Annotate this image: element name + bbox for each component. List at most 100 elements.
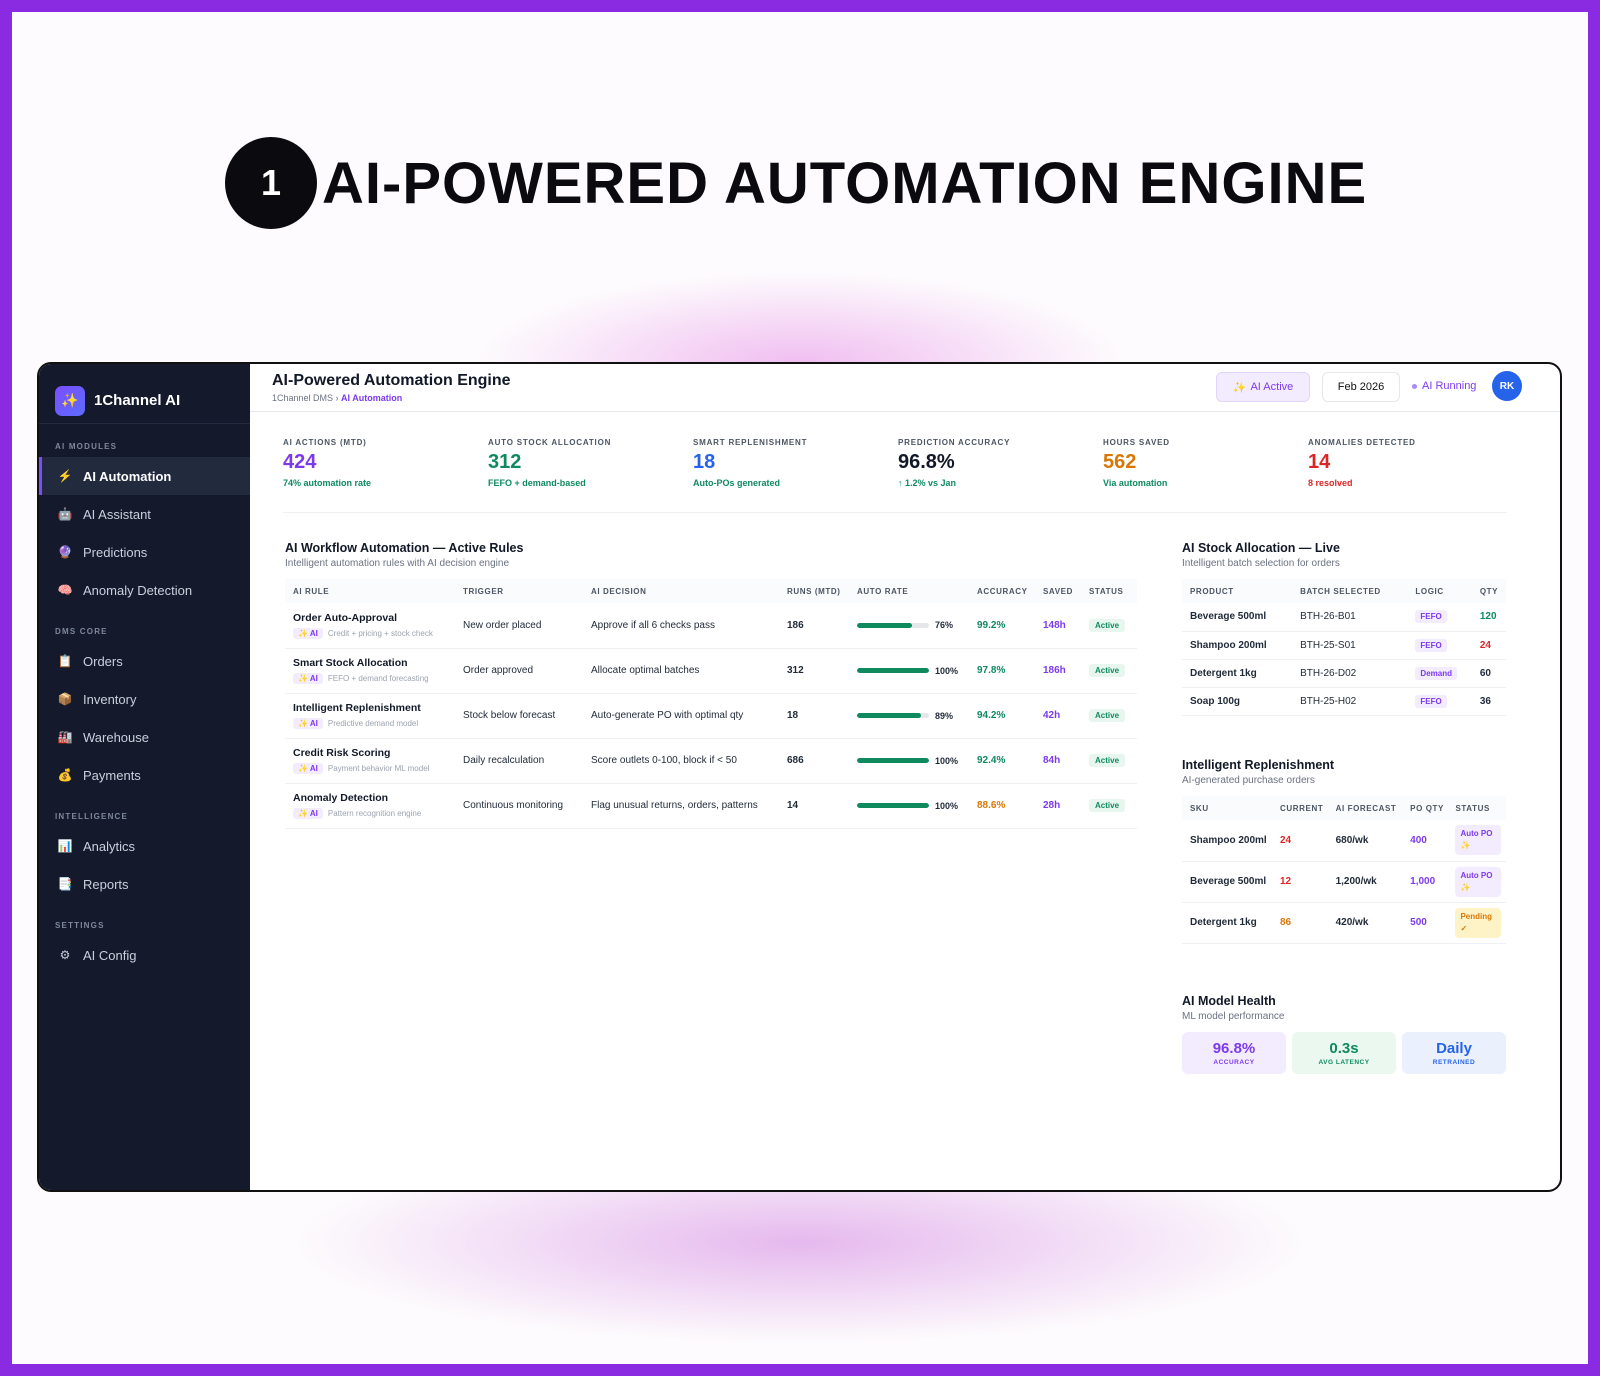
allocation-subtitle: Intelligent batch selection for orders [1182,558,1340,569]
rule-cell: Credit Risk Scoring ✨ AI Payment behavior … [285,738,455,784]
sidebar-item-payments[interactable]: 💰 Payments [39,756,250,794]
kpi-label: ANOMALIES DETECTED [1308,438,1416,447]
qty-cell: 120 [1471,603,1506,632]
column-header: SAVED [1035,579,1081,603]
rules-table: AI RULE TRIGGER AI DECISION RUNS (MTD) AUTO … [285,579,1137,829]
logic-cell: Demand [1407,659,1472,688]
progress-bar [857,622,929,628]
progress-bar [857,668,929,673]
table-header: AI RULE TRIGGER AI DECISION RUNS (MTD) AUTO … [285,579,1137,603]
replenishment-subtitle: AI-generated purchase orders [1182,775,1315,786]
table-row[interactable]: Anomaly Detection ✨ AI Pattern recognition… [285,783,1137,829]
kpi-label: AI ACTIONS (MTD) [283,438,367,447]
sku-cell: Shampoo 200ml [1182,820,1272,862]
auto-rate-cell: 89% [849,693,969,739]
health-label: RETRAINED [1432,1059,1476,1066]
table-row[interactable]: Shampoo 200ml BTH-25-S01 FEFO 24 [1182,631,1506,660]
status-dot-icon [1412,383,1417,389]
current-cell: 12 [1272,861,1328,903]
progress-bar [857,713,929,718]
runs-cell: 18 [779,693,849,739]
table-row[interactable]: Beverage 500ml BTH-26-B01 FEFO 120 [1182,603,1506,632]
health-card: 0.3s AVG LATENCY [1292,1032,1396,1074]
sidebar-item-analytics[interactable]: 📊 Analytics [39,827,250,865]
column-header: STATUS [1081,579,1137,603]
kpi-value: 14 [1308,451,1331,473]
progress-bar [857,758,929,763]
sidebar-item-anomaly-detection[interactable]: 🧠 Anomaly Detection [39,571,250,609]
sparkle-icon: ✨ [55,385,85,416]
sidebar-item-warehouse[interactable]: 🏭 Warehouse [39,718,250,756]
qty-cell: 36 [1471,687,1506,716]
column-header: AI FORECAST [1327,796,1403,820]
sidebar-item-label: Analytics [83,838,136,854]
status-cell: Active [1081,783,1137,829]
sidebar-item-predictions[interactable]: 🔮 Predictions [39,533,250,571]
column-header: CURRENT [1272,796,1328,820]
date-picker[interactable]: Feb 2026 [1322,372,1400,402]
current-cell: 86 [1272,902,1328,944]
sidebar-item-ai-config[interactable]: ⚙ AI Config [39,936,250,974]
sidebar-item-inventory[interactable]: 📦 Inventory [39,680,250,718]
kpi-value: 18 [693,451,716,473]
product-cell: Soap 100g [1182,687,1293,716]
kpi-card: AI ACTIONS (MTD) 424 74% automation rate [283,438,488,498]
kpi-value: 424 [283,451,317,473]
auto-rate: 100% [857,756,969,766]
sidebar-section-label: INTELLIGENCE [55,812,129,821]
auto-rate-label: 100% [935,755,959,766]
ai-assistant-icon: 🤖 [57,507,73,521]
allocation-table: PRODUCT BATCH SELECTED LOGIC QTY Beverage 5… [1182,579,1506,716]
product-cell: Detergent 1kg [1182,659,1293,688]
table-row[interactable]: Soap 100g BTH-25-H02 FEFO 36 [1182,687,1506,716]
kpi-label: SMART REPLENISHMENT [693,438,808,447]
kpi-label: AUTO STOCK ALLOCATION [488,438,612,447]
table-row[interactable]: Shampoo 200ml 24 680/wk 400 Auto PO ✨ [1182,820,1506,862]
rule-description: Credit + pricing + stock check [327,628,433,638]
status-badge: Active [1089,709,1126,722]
table-row[interactable]: Detergent 1kg BTH-26-D02 Demand 60 [1182,659,1506,688]
kpi-card: PREDICTION ACCURACY 96.8% ↑ 1.2% vs Jan [898,438,1103,498]
sidebar-item-reports[interactable]: 📑 Reports [39,865,250,903]
runs-cell: 186 [779,603,849,649]
ai-active-button[interactable]: ✨ AI Active [1216,372,1310,402]
table-row[interactable]: Smart Stock Allocation ✨ AI FEFO + demand … [285,648,1137,694]
runs-cell: 686 [779,738,849,784]
table-row[interactable]: Credit Risk Scoring ✨ AI Payment behavior … [285,738,1137,784]
saved-cell: 148h [1035,603,1081,649]
brand[interactable]: ✨ 1Channel AI [39,364,250,424]
kpi-subtext: ↑ 1.2% vs Jan [898,478,957,488]
sidebar-section-label: DMS CORE [55,627,108,636]
decision-cell: Flag unusual returns, orders, patterns [583,783,779,829]
breadcrumb-root[interactable]: 1Channel DMS › [272,393,339,403]
kpi-subtext: FEFO + demand-based [488,478,586,488]
logic-badge: FEFO [1415,694,1447,708]
status-badge: Pending ✓ [1455,907,1502,938]
rule-name: Order Auto-Approval [293,611,398,624]
table-row[interactable]: Intelligent Replenishment ✨ AI Predictive … [285,693,1137,739]
sidebar-item-orders[interactable]: 📋 Orders [39,642,250,680]
rule-meta: ✨ AI Predictive demand model [293,718,455,729]
logic-badge: Demand [1415,666,1457,680]
sidebar-item-ai-automation[interactable]: ⚡ AI Automation [39,457,250,495]
table-row[interactable]: Beverage 500ml 12 1,200/wk 1,000 Auto PO ✨ [1182,861,1506,903]
progress-bar [857,803,929,808]
rule-meta: ✨ AI Payment behavior ML model [293,763,455,774]
accuracy-cell: 97.8% [969,648,1035,694]
table-row[interactable]: Order Auto-Approval ✨ AI Credit + pricing … [285,603,1137,649]
rule-cell: Intelligent Replenishment ✨ AI Predictive … [285,693,455,739]
payments-icon: 💰 [57,768,73,782]
status-badge: Active [1089,618,1126,632]
sidebar: ✨ 1Channel AI AI MODULES ⚡ AI Automation 🤖 A… [39,364,250,1190]
predictions-icon: 🔮 [57,545,73,559]
table-row[interactable]: Detergent 1kg 86 420/wk 500 Pending ✓ [1182,902,1506,944]
progress-fill [857,622,912,628]
sidebar-item-ai-assistant[interactable]: 🤖 AI Assistant [39,495,250,533]
auto-rate-label: 89% [935,710,954,721]
auto-rate-cell: 100% [849,738,969,784]
kpi-value: 96.8% [898,451,955,473]
status-badge: Active [1089,664,1126,677]
avatar[interactable]: RK [1492,371,1522,401]
health-card: 96.8% ACCURACY [1182,1032,1286,1074]
column-header: PRODUCT [1182,579,1293,603]
